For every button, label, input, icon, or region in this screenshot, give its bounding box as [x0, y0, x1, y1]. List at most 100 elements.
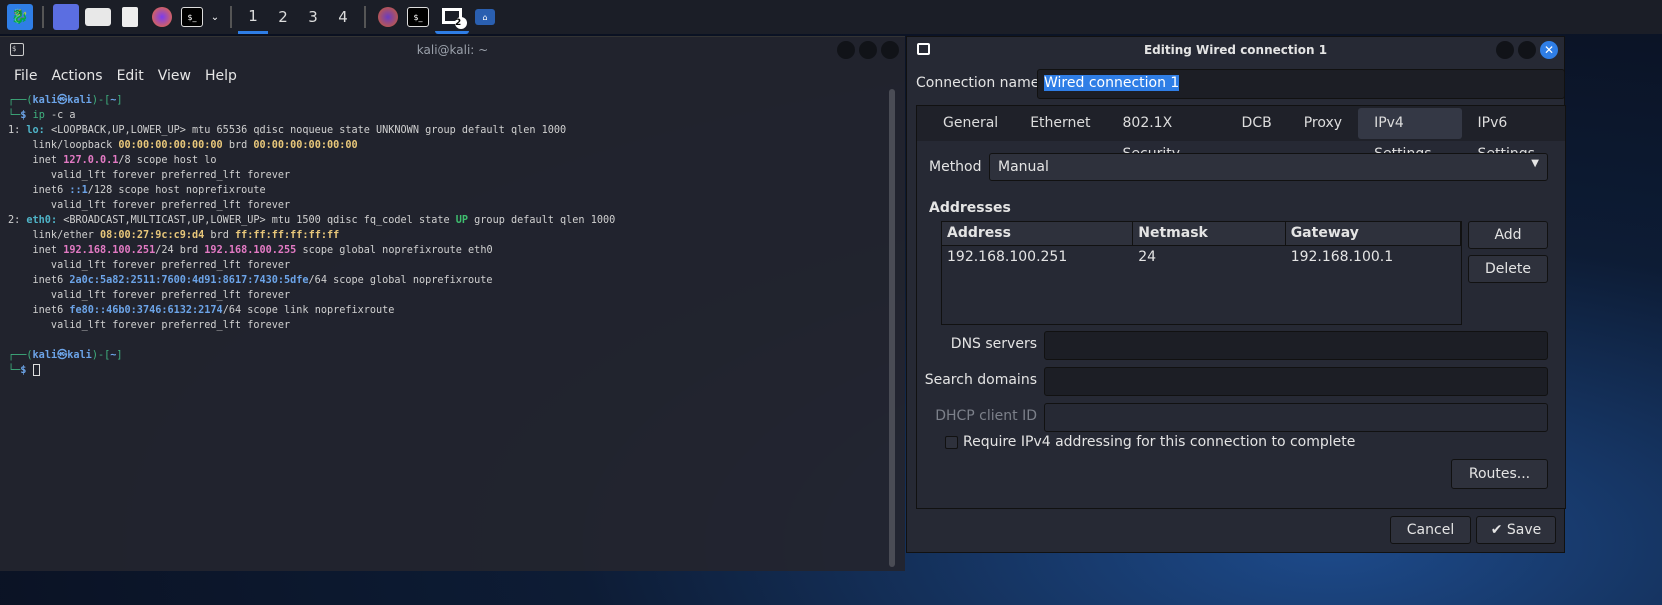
addresses-table[interactable]: Address Netmask Gateway 192.168.100.251 …: [941, 221, 1462, 325]
delete-button[interactable]: Delete: [1468, 255, 1548, 283]
terminal-text: brd: [204, 230, 235, 241]
routes-button[interactable]: Routes...: [1451, 459, 1548, 489]
menu-actions[interactable]: Actions: [51, 68, 102, 84]
dns-servers-label: DNS servers: [950, 336, 1037, 352]
chevron-down-icon[interactable]: ⌄: [209, 4, 221, 30]
save-label: Save: [1506, 522, 1542, 538]
cell-netmask[interactable]: 24: [1133, 246, 1285, 270]
tab-dcb[interactable]: DCB: [1226, 108, 1288, 139]
terminal-text: 00:00:00:00:00:00: [253, 140, 358, 151]
terminal-text: kali㉿kali: [32, 350, 92, 361]
dns-servers-input[interactable]: [1044, 331, 1548, 360]
terminal-text: )-[: [91, 95, 111, 106]
terminal-text: )-[: [91, 350, 111, 361]
window-count-badge: 2: [455, 17, 467, 29]
file-manager-icon[interactable]: [85, 8, 111, 26]
workspace-2[interactable]: 2: [268, 0, 298, 34]
taskbar: 🐉 $_ ⌄ 1 2 3 4 $_ 2 ⌂: [0, 0, 1662, 34]
terminal-text: ┌──(: [8, 95, 33, 106]
workspace-3[interactable]: 3: [298, 0, 328, 34]
column-gateway[interactable]: Gateway: [1286, 222, 1462, 245]
column-address[interactable]: Address: [942, 222, 1134, 245]
cell-gateway[interactable]: 192.168.100.1: [1286, 246, 1461, 270]
menu-view[interactable]: View: [158, 68, 191, 84]
terminal-text: valid_lft forever preferred_lft forever: [8, 260, 291, 271]
home-folder-icon[interactable]: ⌂: [475, 9, 495, 25]
close-button[interactable]: [881, 41, 899, 59]
save-button[interactable]: ✔ Save: [1476, 516, 1556, 544]
dhcp-client-id-label: DHCP client ID: [935, 408, 1037, 424]
tab-ipv4-settings[interactable]: IPv4 Settings: [1358, 108, 1462, 162]
divider: [364, 6, 366, 28]
maximize-button[interactable]: [1518, 41, 1536, 59]
addresses-heading: Addresses: [929, 200, 1011, 216]
cell-address[interactable]: 192.168.100.251: [942, 246, 1133, 270]
terminal-text: valid_lft forever preferred_lft forever: [8, 200, 291, 211]
terminal-text: -c a: [44, 110, 76, 121]
tab-general[interactable]: General: [927, 108, 1014, 139]
tab-ipv6-settings[interactable]: IPv6 Settings: [1462, 108, 1565, 162]
network-editor-task-icon[interactable]: 2: [435, 0, 469, 34]
terminal-text: group default qlen 1000: [468, 215, 616, 226]
terminal-icon[interactable]: $_: [181, 7, 203, 27]
minimize-button[interactable]: [1496, 41, 1514, 59]
tab-proxy[interactable]: Proxy: [1288, 108, 1358, 139]
terminal-line: └─$: [8, 363, 885, 378]
dropdown-arrow-icon: ▼: [1531, 158, 1539, 169]
connection-name-label: Connection name: [916, 75, 1040, 91]
connection-name-value: Wired connection 1: [1044, 75, 1180, 91]
terminal-text: 08:00:27:9c:c9:d4: [100, 230, 205, 241]
terminal-text: <LOOPBACK,UP,LOWER_UP> mtu 65536 qdisc n…: [44, 125, 567, 136]
require-ipv4-label[interactable]: Require IPv4 addressing for this connect…: [963, 434, 1355, 450]
minimize-button[interactable]: [837, 41, 855, 59]
terminal-menubar: File Actions Edit View Help: [0, 63, 905, 89]
cancel-button[interactable]: Cancel: [1390, 516, 1471, 544]
tab-ethernet[interactable]: Ethernet: [1014, 108, 1106, 139]
terminal-titlebar: $ kali@kali: ~: [0, 37, 905, 63]
terminal-text: 1:: [8, 125, 27, 136]
tab-bar: General Ethernet 802.1X Security DCB Pro…: [917, 106, 1565, 162]
terminal-output[interactable]: ┌──(kali㉿kali)-[~] └─$ ip -c a 1: lo: <LOO…: [8, 93, 885, 378]
table-row[interactable]: 192.168.100.251 24 192.168.100.1: [942, 246, 1461, 270]
divider: [42, 6, 44, 28]
terminal-app-icon: $: [10, 43, 24, 56]
firefox-icon[interactable]: [149, 4, 175, 30]
terminal-scrollbar[interactable]: [889, 89, 895, 567]
terminal-line: valid_lft forever preferred_lft forever: [8, 198, 885, 213]
search-domains-input[interactable]: [1044, 367, 1548, 396]
show-desktop-icon[interactable]: [53, 4, 79, 30]
terminal-line: link/loopback 00:00:00:00:00:00 brd 00:0…: [8, 138, 885, 153]
terminal-text: eth0:: [26, 215, 58, 226]
terminal-line: 1: lo: <LOOPBACK,UP,LOWER_UP> mtu 65536 …: [8, 123, 885, 138]
close-button[interactable]: ✕: [1540, 41, 1558, 59]
column-netmask[interactable]: Netmask: [1133, 222, 1286, 245]
workspace-1[interactable]: 1: [238, 0, 268, 34]
terminal-text: └─: [8, 110, 21, 121]
workspace-4[interactable]: 4: [328, 0, 358, 34]
terminal-text: ff:ff:ff:ff:ff:ff: [234, 230, 340, 241]
terminal-line: ┌──(kali㉿kali)-[~]: [8, 348, 885, 363]
text-editor-icon[interactable]: [117, 4, 143, 30]
kali-menu-icon[interactable]: 🐉: [7, 4, 33, 30]
terminal-text: ::1: [69, 185, 88, 196]
tab-8021x-security[interactable]: 802.1X Security: [1107, 108, 1226, 162]
firefox-task-icon[interactable]: [375, 4, 401, 30]
terminal-task-icon[interactable]: $_: [407, 7, 429, 27]
add-button[interactable]: Add: [1468, 221, 1548, 249]
search-domains-label: Search domains: [924, 372, 1037, 388]
connection-name-input[interactable]: Wired connection 1: [1037, 69, 1565, 99]
menu-edit[interactable]: Edit: [117, 68, 144, 84]
maximize-button[interactable]: [859, 41, 877, 59]
method-select[interactable]: Manual ▼: [989, 153, 1548, 181]
require-ipv4-checkbox[interactable]: [945, 436, 958, 449]
menu-file[interactable]: File: [14, 68, 37, 84]
terminal-text: inet6: [8, 185, 70, 196]
table-header: Address Netmask Gateway: [942, 222, 1462, 246]
terminal-text: link/ether: [8, 230, 101, 241]
terminal-line: ┌──(kali㉿kali)-[~]: [8, 93, 885, 108]
menu-help[interactable]: Help: [205, 68, 237, 84]
terminal-line: └─$ ip -c a: [8, 108, 885, 123]
terminal-text: ]: [116, 95, 123, 106]
terminal-line: valid_lft forever preferred_lft forever: [8, 318, 885, 333]
